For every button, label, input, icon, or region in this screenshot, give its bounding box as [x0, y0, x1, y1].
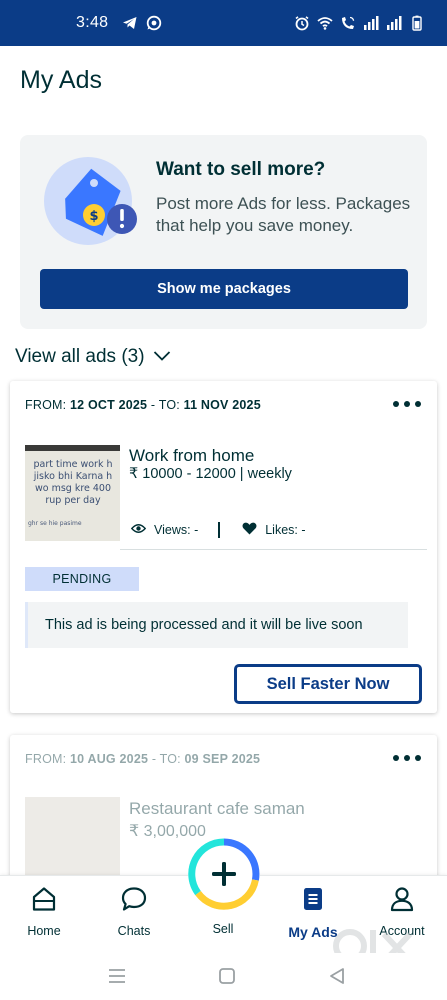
from-date: 12 OCT 2025 [69, 398, 148, 412]
status-badge: PENDING [25, 567, 139, 591]
telegram-icon [122, 15, 138, 31]
stats-divider [218, 522, 221, 538]
to-label: - TO: [151, 752, 181, 766]
thumbnail-small-text: ghr se hie pasime [28, 520, 82, 527]
more-icon[interactable] [393, 397, 421, 411]
from-date: 10 AUG 2025 [69, 752, 149, 766]
nav-sell-label: Sell [212, 922, 234, 936]
user-icon [390, 887, 414, 912]
ad-thumbnail[interactable]: part time work h jisko bhi Karna h wo ms… [25, 445, 120, 541]
nav-home-label: Home [27, 924, 61, 938]
ad-date-range: FROM: 12 OCT 2025 - TO: 11 NOV 2025 [25, 398, 261, 412]
home-icon [32, 887, 56, 911]
divider [120, 549, 427, 550]
home-square-icon[interactable] [216, 965, 238, 987]
sell-faster-button[interactable]: Sell Faster Now [234, 664, 422, 704]
signal-icon [363, 15, 379, 31]
chat-icon [121, 887, 147, 911]
likes-count: Likes: - [265, 523, 306, 537]
back-icon[interactable] [326, 965, 348, 987]
ad-price: ₹ 10000 - 12000 | weekly [129, 466, 292, 482]
price-tag-illustration: $ [44, 157, 137, 245]
heart-icon [242, 522, 265, 538]
to-label: - TO: [150, 398, 180, 412]
wifi-call-icon [340, 15, 356, 31]
show-packages-button[interactable]: Show me packages [40, 269, 408, 309]
page-title: My Ads [20, 66, 102, 94]
wifi-icon [317, 15, 333, 31]
promo-title: Want to sell more? [156, 159, 326, 180]
ad-title[interactable]: Restaurant cafe saman [129, 799, 305, 819]
processing-notice: This ad is being processed and it will b… [25, 602, 408, 648]
to-date: 09 SEP 2025 [184, 752, 261, 766]
svg-text:$: $ [89, 209, 98, 224]
nav-chats-label: Chats [117, 924, 151, 938]
whatsapp-icon [146, 15, 162, 31]
system-nav-bar [0, 953, 447, 1000]
nav-chats[interactable]: Chats [94, 886, 174, 938]
ad-price: ₹ 3,00,000 [129, 823, 206, 840]
view-all-ads-label: View all ads (3) [15, 346, 145, 367]
alarm-icon [294, 15, 310, 31]
signal-icon [386, 15, 402, 31]
ad-title[interactable]: Work from home [129, 446, 254, 466]
sell-button[interactable] [188, 838, 260, 910]
ad-card[interactable]: FROM: 12 OCT 2025 - TO: 11 NOV 2025 part… [10, 381, 437, 713]
menu-icon[interactable] [106, 965, 128, 987]
views-count: Views: - [154, 523, 199, 537]
more-icon[interactable] [393, 751, 421, 765]
status-bar: 3:48 [0, 0, 447, 46]
to-date: 11 NOV 2025 [183, 398, 261, 412]
ad-date-range: FROM: 10 AUG 2025 - TO: 09 SEP 2025 [25, 752, 260, 766]
chevron-down-icon [153, 346, 171, 368]
thumbnail-text: part time work h jisko bhi Karna h wo ms… [33, 459, 113, 506]
from-label: FROM: [25, 752, 67, 766]
view-all-ads-dropdown[interactable]: View all ads (3) [15, 346, 171, 368]
from-label: FROM: [25, 398, 67, 412]
battery-icon [409, 15, 425, 31]
ad-stats: Views: - Likes: - [130, 522, 306, 538]
eye-icon [130, 522, 154, 538]
my-ads-icon [304, 888, 322, 910]
promo-card: $ Want to sell more? Post more Ads for l… [20, 135, 427, 329]
status-time: 3:48 [76, 14, 109, 31]
nav-home[interactable]: Home [4, 886, 84, 938]
promo-description: Post more Ads for less. Packages that he… [156, 194, 411, 235]
